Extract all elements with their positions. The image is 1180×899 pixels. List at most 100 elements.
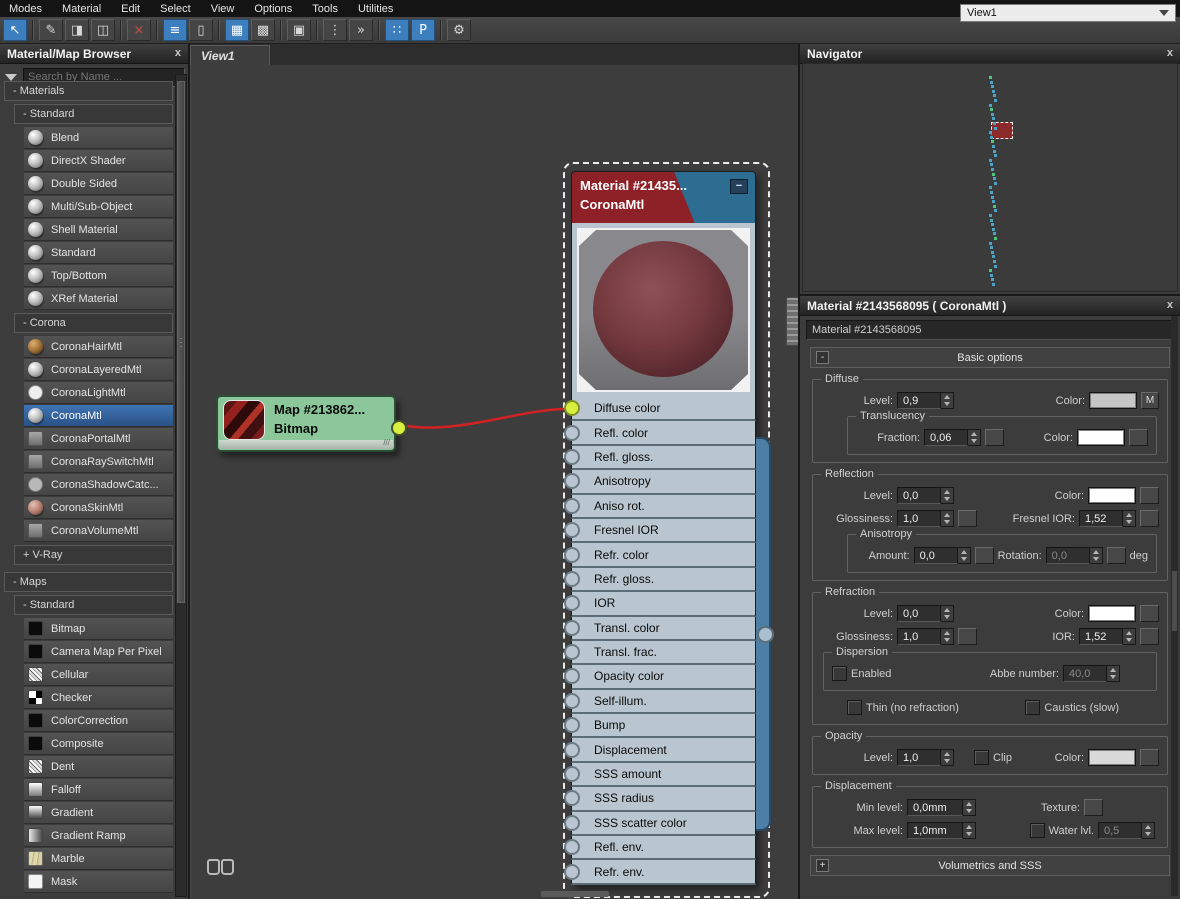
displacement-texture-map-slot-button[interactable] bbox=[1084, 799, 1103, 816]
slot-anisotropy[interactable]: Anisotropy bbox=[571, 470, 756, 494]
move-children-button[interactable]: ≡ bbox=[163, 19, 187, 41]
browser-item-coronaportalmtl[interactable]: CoronaPortalMtl bbox=[24, 428, 173, 450]
slot-sss-amount[interactable]: SSS amount bbox=[571, 763, 756, 787]
slot-sss-scatter-color[interactable]: SSS scatter color bbox=[571, 812, 756, 836]
input-socket[interactable] bbox=[564, 473, 580, 489]
browser-item-coronaskinmtl[interactable]: CoronaSkinMtl bbox=[24, 497, 173, 519]
layout-all-button[interactable]: ⋮ bbox=[323, 19, 347, 41]
slot-ior[interactable]: IOR bbox=[571, 592, 756, 616]
material-name-field[interactable]: Material #2143568095 bbox=[806, 320, 1174, 340]
slot-diffuse-color[interactable]: Diffuse color bbox=[571, 397, 756, 421]
rotation-map-slot-button[interactable] bbox=[1107, 547, 1126, 564]
browser-item-mask[interactable]: Mask bbox=[24, 871, 173, 893]
refraction-glossiness-spinner[interactable]: 1,0 bbox=[897, 628, 954, 645]
refraction-level-spinner[interactable]: 0,0 bbox=[897, 605, 954, 622]
slot-sss-radius[interactable]: SSS radius bbox=[571, 787, 756, 811]
refraction-color-map-slot-button[interactable] bbox=[1140, 605, 1159, 622]
slot-transl-color[interactable]: Transl. color bbox=[571, 617, 756, 641]
put-material-to-scene-button[interactable]: ◫ bbox=[91, 19, 115, 41]
input-socket[interactable] bbox=[564, 498, 580, 514]
input-socket[interactable] bbox=[564, 693, 580, 709]
spinner-arrows[interactable] bbox=[963, 799, 976, 816]
spinner-arrows[interactable] bbox=[941, 749, 954, 766]
water-level-spinner[interactable]: 0,5 bbox=[1098, 822, 1155, 839]
show-background-button[interactable]: ▦ bbox=[225, 19, 249, 41]
browser-item-bitmap[interactable]: Bitmap bbox=[24, 618, 173, 640]
refraction-color-swatch[interactable] bbox=[1088, 605, 1136, 622]
slot-refr-color[interactable]: Refr. color bbox=[571, 543, 756, 567]
map-node-bitmap[interactable]: Map #213862... Bitmap bbox=[216, 395, 396, 452]
anisotropy-amount-spinner[interactable]: 0,0 bbox=[914, 547, 971, 564]
water-level-checkbox[interactable] bbox=[1030, 823, 1045, 838]
input-socket[interactable] bbox=[564, 400, 580, 416]
material-node-header[interactable]: Material #21435... CoronaMtl − bbox=[571, 171, 756, 223]
input-socket[interactable] bbox=[564, 668, 580, 684]
menu-item-utilities[interactable]: Utilities bbox=[358, 3, 393, 15]
fraction-spinner[interactable]: 0,06 bbox=[924, 429, 981, 446]
slot-refr-gloss[interactable]: Refr. gloss. bbox=[571, 568, 756, 592]
browser-item-multi-sub-object[interactable]: Multi/Sub-Object bbox=[24, 196, 173, 218]
input-socket[interactable] bbox=[564, 547, 580, 563]
browser-item-coronavolumemtl[interactable]: CoronaVolumeMtl bbox=[24, 520, 173, 542]
browser-scrollbar[interactable] bbox=[175, 74, 187, 897]
max-level-spinner[interactable]: 1,0mm bbox=[907, 822, 976, 839]
close-icon[interactable]: x bbox=[1167, 300, 1173, 311]
translucency-color-swatch[interactable] bbox=[1077, 429, 1125, 446]
diffuse-color-swatch[interactable] bbox=[1089, 392, 1137, 409]
diffuse-map-button[interactable]: M bbox=[1141, 392, 1159, 409]
material-output-socket[interactable] bbox=[757, 626, 774, 643]
material-node-coronamtl[interactable]: Material #21435... CoronaMtl − Diffuse c… bbox=[571, 171, 756, 885]
slot-transl-frac[interactable]: Transl. frac. bbox=[571, 641, 756, 665]
input-socket[interactable] bbox=[564, 644, 580, 660]
tab-view1[interactable]: View1 bbox=[190, 45, 270, 65]
menu-item-edit[interactable]: Edit bbox=[121, 3, 140, 15]
slot-bump[interactable]: Bump bbox=[571, 714, 756, 738]
diffuse-level-spinner[interactable]: 0,9 bbox=[897, 392, 954, 409]
browser-item-coronamtl[interactable]: CoronaMtl bbox=[24, 405, 173, 427]
input-socket[interactable] bbox=[564, 620, 580, 636]
menu-item-select[interactable]: Select bbox=[160, 3, 191, 15]
menu-item-options[interactable]: Options bbox=[254, 3, 292, 15]
browser-section-v-ray[interactable]: + V-Ray bbox=[14, 545, 173, 565]
spinner-arrows[interactable] bbox=[1142, 822, 1155, 839]
expand-icon[interactable]: + bbox=[816, 859, 829, 872]
map-output-socket[interactable] bbox=[391, 420, 407, 436]
opacity-level-spinner[interactable]: 1,0 bbox=[897, 749, 954, 766]
browser-item-checker[interactable]: Checker bbox=[24, 687, 173, 709]
close-icon[interactable]: x bbox=[175, 48, 181, 59]
input-socket[interactable] bbox=[564, 790, 580, 806]
spinner-arrows[interactable] bbox=[958, 547, 971, 564]
browser-item-directx-shader[interactable]: DirectX Shader bbox=[24, 150, 173, 172]
thin-refraction-checkbox[interactable] bbox=[847, 700, 862, 715]
refraction-glossiness-map-slot-button[interactable] bbox=[958, 628, 977, 645]
slot-refl-color[interactable]: Refl. color bbox=[571, 421, 756, 445]
browser-item-coronalightmtl[interactable]: CoronaLightMtl bbox=[24, 382, 173, 404]
browser-item-coronarayswitchmtl[interactable]: CoronaRaySwitchMtl bbox=[24, 451, 173, 473]
browser-item-composite[interactable]: Composite bbox=[24, 733, 173, 755]
slot-opacity-color[interactable]: Opacity color bbox=[571, 665, 756, 689]
reflection-color-map-slot-button[interactable] bbox=[1140, 487, 1159, 504]
reflection-glossiness-spinner[interactable]: 1,0 bbox=[897, 510, 954, 527]
input-socket[interactable] bbox=[564, 425, 580, 441]
input-socket[interactable] bbox=[564, 815, 580, 831]
browser-item-coronalayeredmtl[interactable]: CoronaLayeredMtl bbox=[24, 359, 173, 381]
slot-refl-gloss[interactable]: Refl. gloss. bbox=[571, 446, 756, 470]
browser-section-corona[interactable]: - Corona bbox=[14, 313, 173, 333]
horizontal-scrollbar-thumb[interactable] bbox=[541, 891, 609, 897]
view-select-dropdown[interactable]: View1 bbox=[960, 4, 1176, 22]
input-socket[interactable] bbox=[564, 742, 580, 758]
layout-children-button[interactable]: » bbox=[349, 19, 373, 41]
input-socket[interactable] bbox=[564, 522, 580, 538]
browser-section-standard[interactable]: - Standard bbox=[14, 104, 173, 124]
options-gear-button[interactable]: ⚙ bbox=[447, 19, 471, 41]
browser-item-coronahairmtl[interactable]: CoronaHairMtl bbox=[24, 336, 173, 358]
browser-section-maps[interactable]: - Maps bbox=[4, 572, 173, 592]
opacity-color-swatch[interactable] bbox=[1088, 749, 1136, 766]
pick-material-from-object-button[interactable]: ✎ bbox=[39, 19, 63, 41]
browser-item-top-bottom[interactable]: Top/Bottom bbox=[24, 265, 173, 287]
input-socket[interactable] bbox=[564, 864, 580, 880]
input-socket[interactable] bbox=[564, 717, 580, 733]
translucency-map-slot-button[interactable] bbox=[1129, 429, 1148, 446]
fraction-map-slot-button[interactable] bbox=[985, 429, 1004, 446]
ior-spinner[interactable]: 1,52 bbox=[1079, 628, 1136, 645]
